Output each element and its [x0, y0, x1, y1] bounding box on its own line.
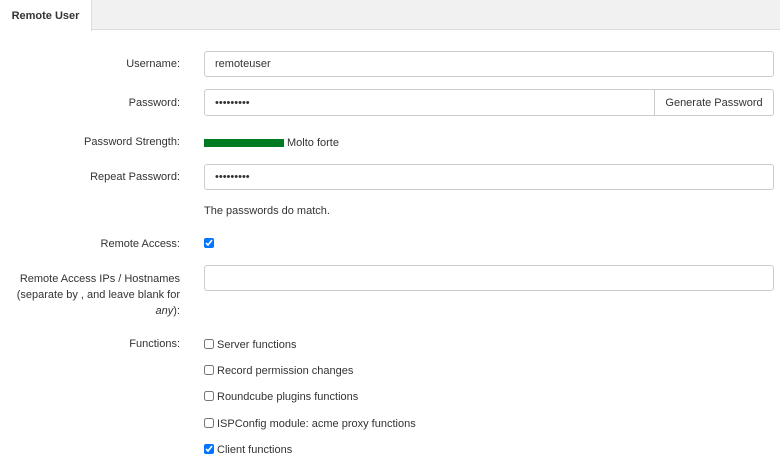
- remote-access-label: Remote Access:: [100, 238, 180, 250]
- password-strength-text: Molto forte: [287, 137, 339, 149]
- remote-access-ips-field[interactable]: [204, 265, 774, 291]
- acme-proxy-functions-checkbox[interactable]: [204, 418, 214, 428]
- password-label: Password:: [128, 97, 180, 109]
- password-strength-label: Password Strength:: [84, 136, 180, 148]
- remote-access-ips-label-end: ):: [173, 305, 180, 317]
- remote-access-ips-label-line2: (separate by , and leave blank for: [16, 289, 180, 301]
- username-field[interactable]: [204, 51, 774, 77]
- remote-access-ips-label: Remote Access IPs / Hostnames (separate …: [0, 271, 180, 319]
- password-field[interactable]: [204, 89, 655, 116]
- remote-access-ips-label-line1: Remote Access IPs / Hostnames: [19, 273, 180, 285]
- remote-access-ips-label-any: any: [155, 305, 174, 317]
- repeat-password-label: Repeat Password:: [90, 171, 180, 183]
- remote-access-checkbox[interactable]: [204, 238, 214, 248]
- tab-remote-user[interactable]: Remote User: [0, 0, 92, 31]
- username-label: Username:: [126, 58, 180, 70]
- password-match-note: The passwords do match.: [204, 205, 330, 217]
- server-functions-label[interactable]: Server functions: [217, 337, 296, 353]
- repeat-password-field[interactable]: [204, 164, 774, 190]
- roundcube-plugins-functions-checkbox[interactable]: [204, 391, 214, 401]
- server-functions-checkbox[interactable]: [204, 339, 214, 349]
- tab-bar: Remote User: [0, 0, 780, 31]
- record-permission-changes-label[interactable]: Record permission changes: [217, 363, 353, 379]
- client-functions-label[interactable]: Client functions: [217, 442, 292, 458]
- acme-proxy-functions-label[interactable]: ISPConfig module: acme proxy functions: [217, 416, 416, 432]
- functions-label: Functions:: [129, 338, 180, 350]
- record-permission-changes-checkbox[interactable]: [204, 365, 214, 375]
- password-strength-bar: [204, 139, 284, 147]
- generate-password-button[interactable]: Generate Password: [654, 89, 774, 116]
- password-strength-fill: [204, 139, 284, 147]
- client-functions-checkbox[interactable]: [204, 444, 214, 454]
- roundcube-plugins-functions-label[interactable]: Roundcube plugins functions: [217, 389, 358, 405]
